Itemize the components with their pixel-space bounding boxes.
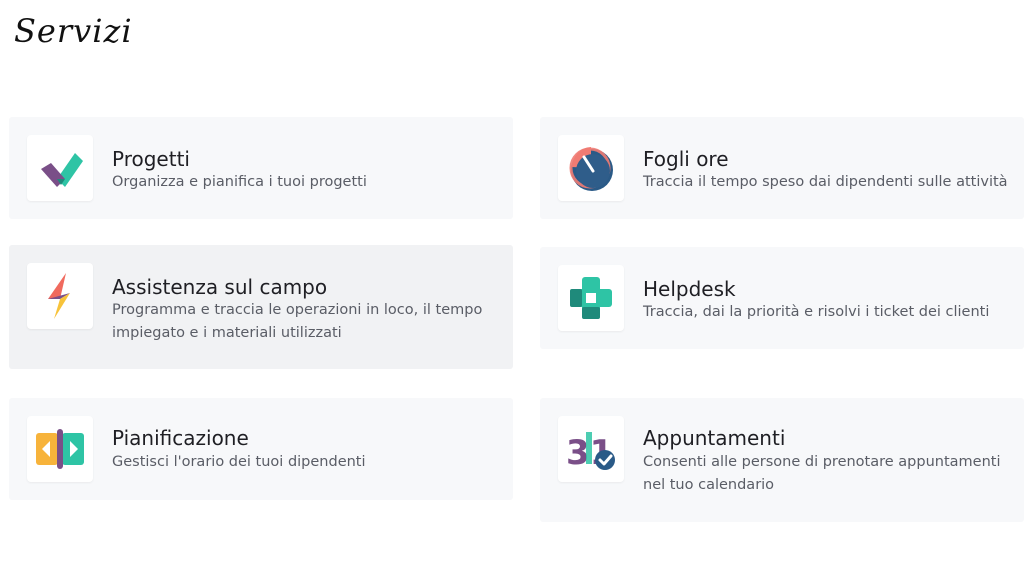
service-description: Consenti alle persone di prenotare appun… <box>643 454 1001 493</box>
page-title: Servizi <box>14 12 133 50</box>
appointments-icon: 31 <box>558 416 624 482</box>
service-title: Progetti <box>112 147 190 171</box>
service-title: Assistenza sul campo <box>112 275 328 299</box>
service-card-appointments[interactable]: 31 Appuntamenti Consenti alle persone di… <box>540 398 1024 522</box>
service-description: Gestisci l'orario dei tuoi dipendenti <box>112 454 366 470</box>
service-card-timesheets[interactable]: Fogli ore Traccia il tempo speso dai dip… <box>540 117 1024 219</box>
projects-icon <box>27 135 93 201</box>
field-service-icon <box>27 263 93 329</box>
helpdesk-icon <box>558 265 624 331</box>
service-card-helpdesk[interactable]: Helpdesk Traccia, dai la priorità e riso… <box>540 247 1024 349</box>
timesheets-icon <box>558 135 624 201</box>
service-title: Pianificazione <box>112 426 249 450</box>
service-description: Traccia il tempo speso dai dipendenti su… <box>643 174 1008 190</box>
service-title: Appuntamenti <box>643 426 786 450</box>
service-card-field-service[interactable]: Assistenza sul campo Programma e traccia… <box>9 245 513 369</box>
service-description: Organizza e pianifica i tuoi progetti <box>112 174 367 190</box>
service-card-planning[interactable]: Pianificazione Gestisci l'orario dei tuo… <box>9 398 513 500</box>
service-description: Traccia, dai la priorità e risolvi i tic… <box>643 304 990 320</box>
service-description: Programma e traccia le operazioni in loc… <box>112 302 483 341</box>
service-card-projects[interactable]: Progetti Organizza e pianifica i tuoi pr… <box>9 117 513 219</box>
service-title: Helpdesk <box>643 277 736 301</box>
planning-icon <box>27 416 93 482</box>
service-title: Fogli ore <box>643 147 729 171</box>
services-page: Servizi Progetti Organizza e pianifica i… <box>0 0 1024 576</box>
